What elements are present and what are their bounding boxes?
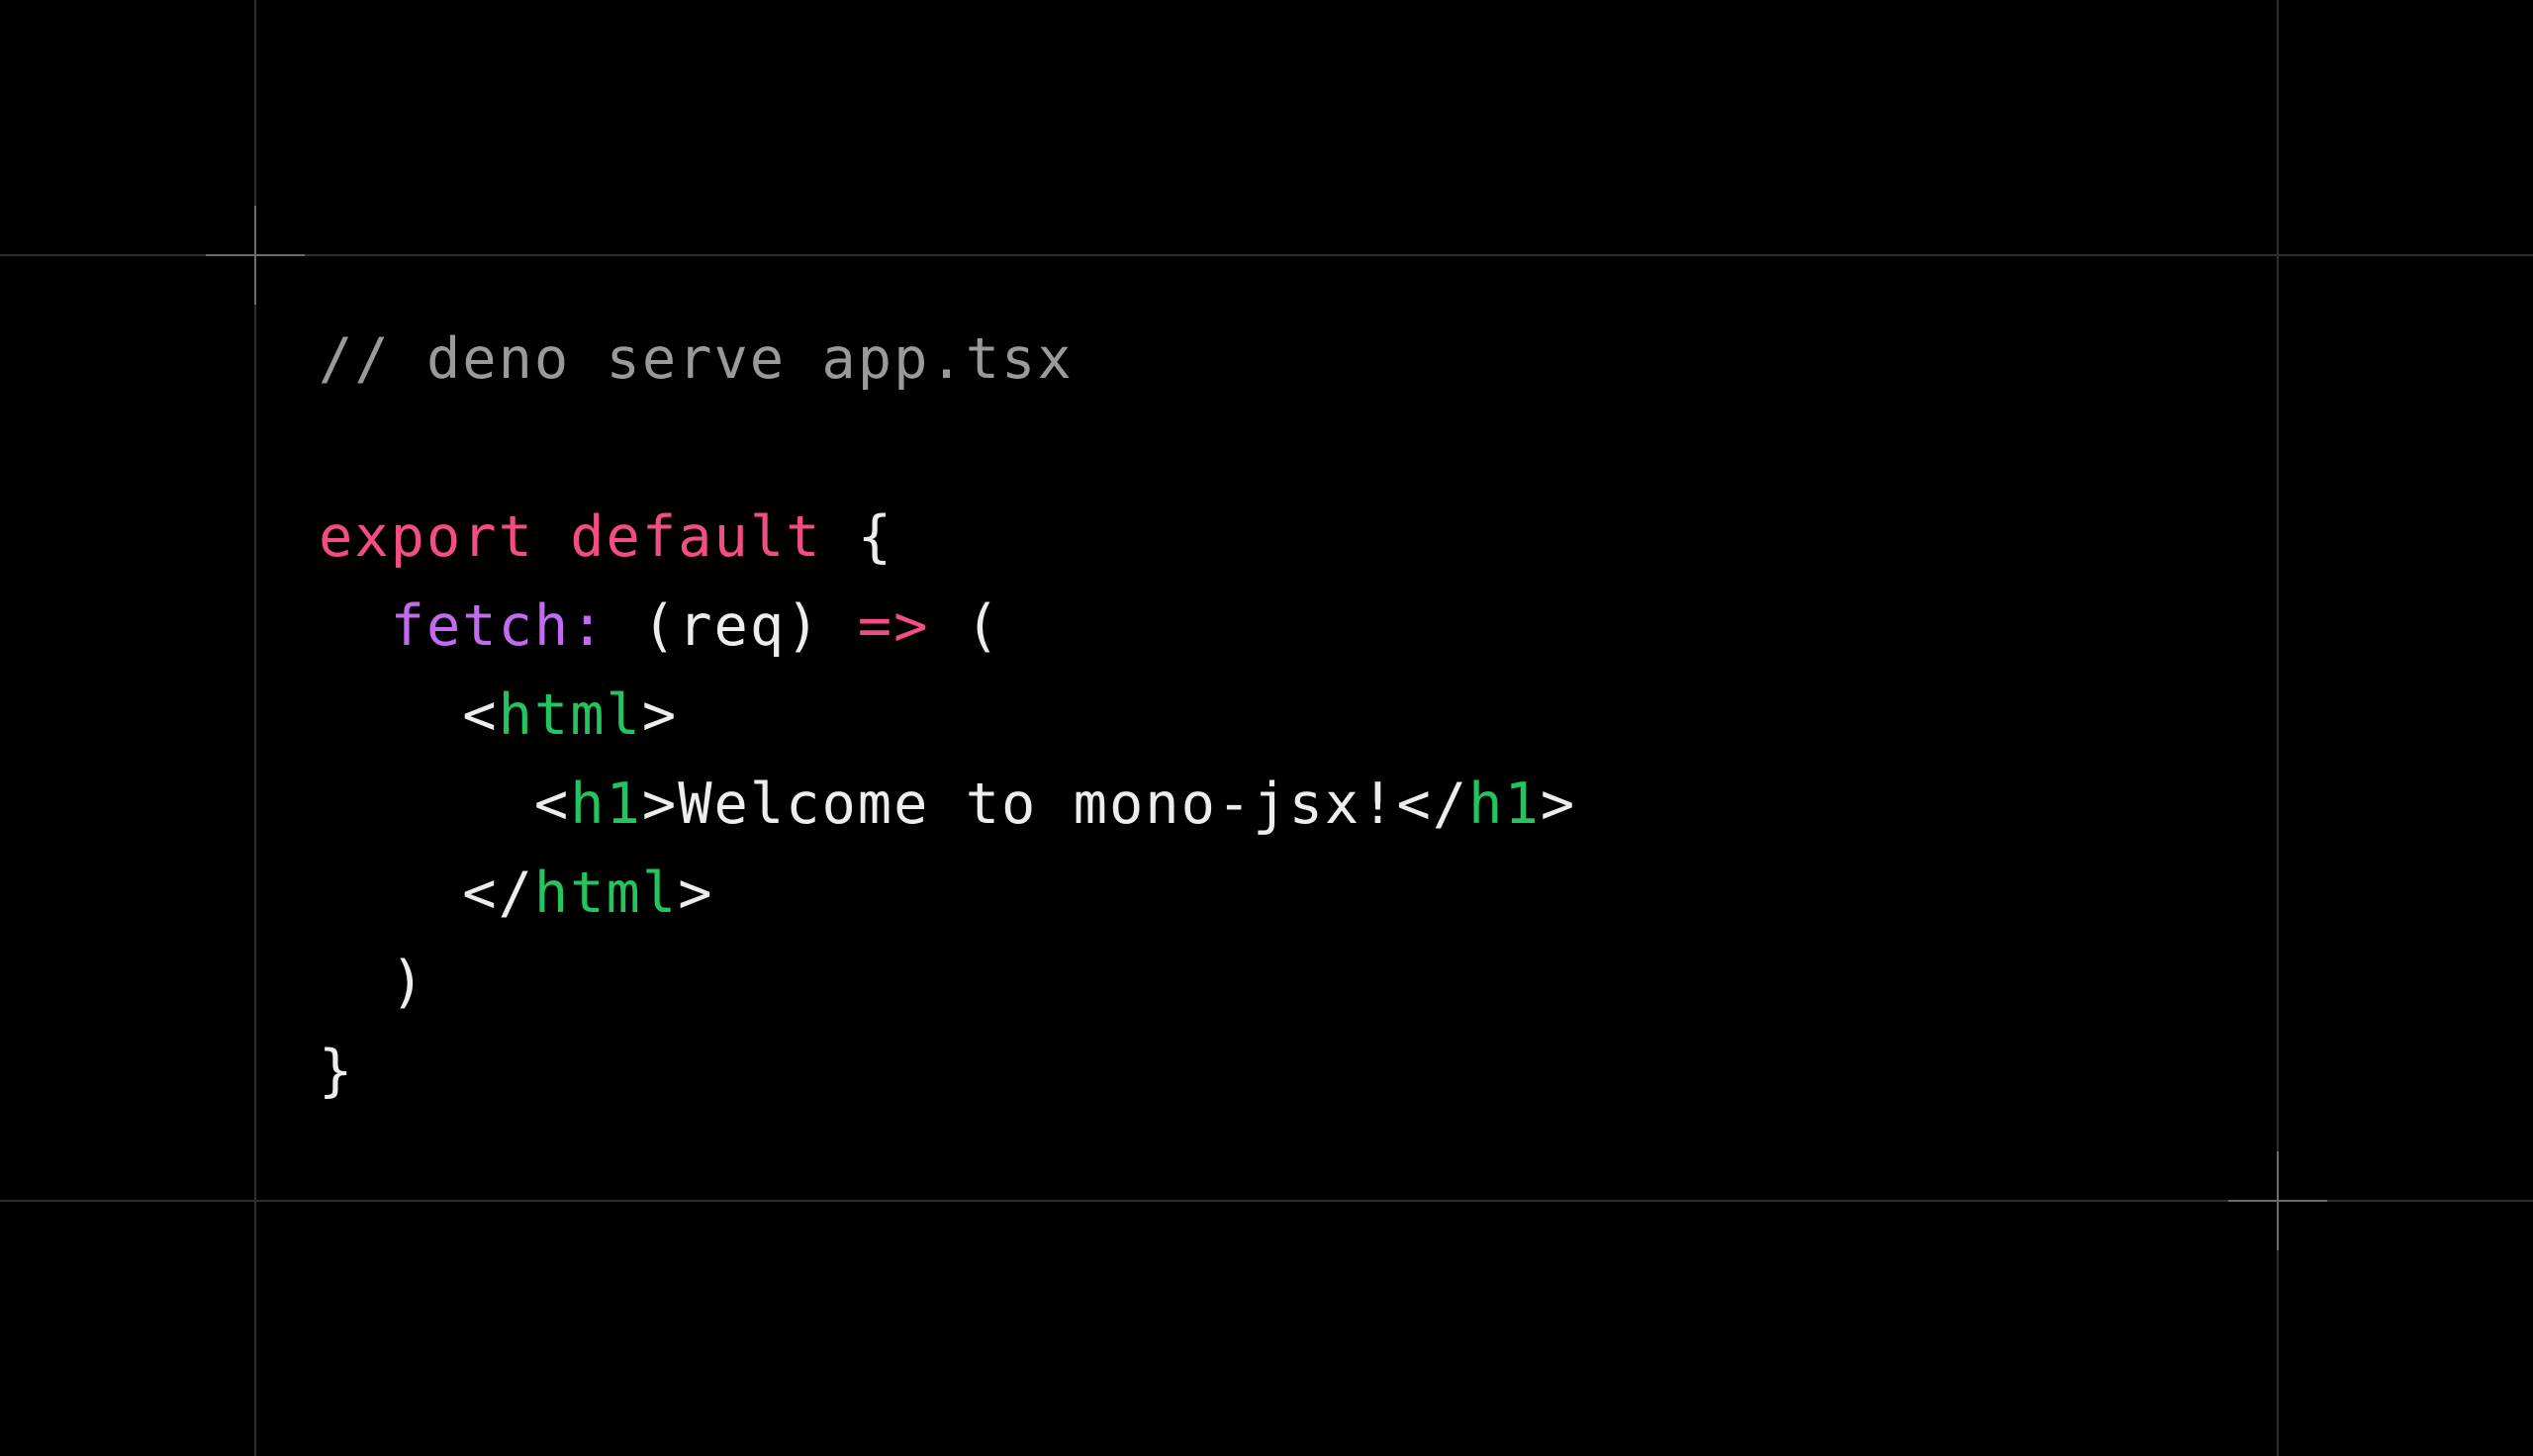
code-line-5: <html> xyxy=(319,671,1576,760)
open-paren: ( xyxy=(965,593,1002,659)
code-line-7: </html> xyxy=(319,849,1576,938)
code-block: // deno serve app.tsx export default { fe… xyxy=(319,315,1576,1116)
html-open-tag: html xyxy=(498,682,642,748)
arrow-operator: => xyxy=(857,593,930,659)
h1-close-gt: > xyxy=(1540,772,1577,837)
guide-line-bottom xyxy=(0,1200,2533,1202)
default-keyword: default xyxy=(570,504,822,570)
code-line-1: // deno serve app.tsx xyxy=(319,315,1576,404)
fetch-args: (req) xyxy=(641,593,822,659)
html-close-lt: </ xyxy=(462,861,534,926)
comment-text: // deno serve app.tsx xyxy=(319,326,1074,392)
code-showcase-canvas: // deno serve app.tsx export default { fe… xyxy=(0,0,2533,1456)
open-brace: { xyxy=(857,504,894,570)
h1-close-tag: h1 xyxy=(1468,772,1541,837)
code-line-2-blank xyxy=(319,404,1576,493)
html-close-gt: > xyxy=(678,861,714,926)
guide-line-top xyxy=(0,254,2533,256)
h1-open-lt: < xyxy=(533,772,571,837)
html-close-tag: html xyxy=(533,861,679,926)
code-line-8: ) xyxy=(319,938,1576,1027)
code-line-9: } xyxy=(319,1027,1576,1116)
export-keyword: export xyxy=(319,504,534,570)
close-brace: } xyxy=(319,1039,355,1104)
h1-open-tag: h1 xyxy=(570,772,642,837)
crosshair-bottom-right-icon xyxy=(2228,1151,2327,1250)
fetch-property: fetch: xyxy=(390,593,607,659)
close-paren: ) xyxy=(390,950,426,1015)
code-line-6: <h1>Welcome to mono-jsx!</h1> xyxy=(319,760,1576,849)
h1-content-text: >Welcome to mono-jsx!</ xyxy=(641,772,1469,837)
html-open-lt: < xyxy=(462,682,499,748)
html-open-gt: > xyxy=(641,682,679,748)
crosshair-top-left-icon xyxy=(206,206,305,305)
code-line-3: export default { xyxy=(319,493,1576,582)
code-line-4: fetch: (req) => ( xyxy=(319,582,1576,671)
